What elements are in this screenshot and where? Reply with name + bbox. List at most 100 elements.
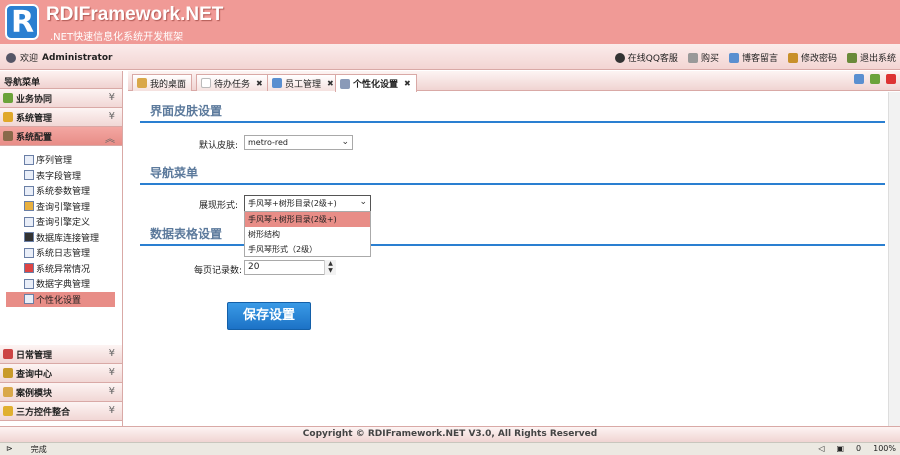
style-label: 展现形式: <box>198 201 238 211</box>
sidebar-header: 导航菜单 « <box>0 71 122 89</box>
close-all-icon[interactable] <box>886 74 896 84</box>
wrench-icon <box>3 131 13 141</box>
chevron-down-icon: ¥ <box>108 405 115 416</box>
sidebar-group-daily[interactable]: 日常管理 ¥ <box>0 345 122 364</box>
vertical-scrollbar[interactable] <box>888 92 900 426</box>
list-icon <box>24 154 34 165</box>
sidebar-group-system[interactable]: 系统管理 ¥ <box>0 108 122 127</box>
close-icon[interactable]: ✖ <box>327 79 334 88</box>
security-icon: ◁ <box>818 444 825 453</box>
plugin-icon <box>3 406 13 416</box>
zoom-level[interactable]: 100% <box>873 444 896 453</box>
logout-link[interactable]: 退出系统 <box>846 51 896 64</box>
error-icon <box>24 263 34 274</box>
chevron-down-icon: ⌄ <box>341 137 349 147</box>
tab-todo[interactable]: 待办任务 ✖ <box>196 74 269 91</box>
close-icon[interactable]: ✖ <box>256 79 263 88</box>
tab-personalize[interactable]: 个性化设置 ✖ <box>335 74 417 92</box>
tab-bar: 我的桌面 待办任务 ✖ 员工管理 ✖ 个性化设置 ✖ <box>128 71 900 92</box>
spinner-arrows-icon[interactable]: ▲ ▼ <box>324 260 336 275</box>
sidebar: 导航菜单 « 业务协同 ¥ 系统管理 ¥ 系统配置 ︽ 序列管理 表字段管理 系… <box>0 71 123 440</box>
menu-item-query-define[interactable]: 查询引擎定义 <box>6 214 122 230</box>
menu-item-exceptions[interactable]: 系统异常情况 <box>6 261 122 277</box>
desktop-icon <box>137 78 147 88</box>
network-icon: ▣ <box>836 444 845 453</box>
username: Administrator <box>42 52 113 63</box>
gear-icon <box>24 201 34 212</box>
menu-item-query-engine[interactable]: 查询引擎管理 <box>6 199 122 215</box>
menu-item-table-fields[interactable]: 表字段管理 <box>6 168 122 184</box>
divider <box>140 183 885 185</box>
book-icon <box>24 278 34 289</box>
status-right: ◁ ▣ 0 100% <box>818 444 896 453</box>
refresh-icon[interactable] <box>854 74 864 84</box>
close-icon[interactable]: ✖ <box>404 79 411 88</box>
users-icon <box>272 78 282 88</box>
qq-service-link[interactable]: 在线QQ客服 <box>614 51 678 64</box>
blog-message-link[interactable]: 博客留言 <box>728 51 778 64</box>
user-icon <box>6 52 16 63</box>
status-left: ⊳ 完成 <box>6 444 47 455</box>
skin-section-title: 界面皮肤设置 <box>150 104 223 118</box>
menu-item-system-params[interactable]: 系统参数管理 <box>6 183 122 199</box>
app-subtitle: .NET快速信息化系统开发框架 <box>50 32 184 43</box>
menu-item-system-log[interactable]: 系统日志管理 <box>6 245 122 261</box>
calendar-icon <box>3 349 13 359</box>
user-bar: 欢迎 Administrator 在线QQ客服 购买 博客留言 修改密码 退出系… <box>0 44 900 70</box>
nav-section-title: 导航菜单 <box>150 166 199 180</box>
option-item[interactable]: 手风琴+树形目录(2级+) <box>245 212 370 227</box>
sidebar-group-thirdparty[interactable]: 三方控件整合 ¥ <box>0 402 122 421</box>
table-icon <box>24 170 34 181</box>
exit-icon <box>846 52 857 63</box>
collapse-icon[interactable]: « <box>4 73 116 86</box>
chevron-up-icon: ︽ <box>105 134 115 145</box>
sidebar-group-cases[interactable]: 案例模块 ¥ <box>0 383 122 402</box>
user-links: 在线QQ客服 购买 博客留言 修改密码 退出系统 <box>614 51 896 64</box>
log-icon <box>24 247 34 258</box>
settings-icon <box>340 78 350 89</box>
status-text: 完成 <box>30 445 47 454</box>
page-icon: ⊳ <box>6 444 13 453</box>
grid-section-title: 数据表格设置 <box>150 227 223 241</box>
key-icon <box>787 52 798 63</box>
browser-status-bar: ⊳ 完成 ◁ ▣ 0 100% <box>0 442 900 455</box>
footer: Copyright © RDIFramework.NET V3.0, All R… <box>0 426 900 442</box>
task-icon <box>201 78 211 88</box>
app-title: RDIFramework.NET <box>46 4 224 25</box>
nav-style-options: 手风琴+树形目录(2级+) 树形结构 手风琴形式（2级） <box>244 211 371 257</box>
tab-employees[interactable]: 员工管理 ✖ <box>267 74 340 91</box>
cart-icon <box>687 52 698 63</box>
chevron-down-icon: ⌄ <box>359 197 367 207</box>
buy-link[interactable]: 购买 <box>687 51 719 64</box>
settings-icon <box>24 294 34 305</box>
tab-desktop[interactable]: 我的桌面 <box>132 74 193 91</box>
query-icon <box>3 368 13 378</box>
menu-item-personalize[interactable]: 个性化设置 <box>6 291 115 307</box>
nav-style-select[interactable]: 手风琴+树形目录(2级+) ⌄ <box>244 195 371 212</box>
pagesize-input[interactable]: 20 <box>244 260 336 275</box>
sidebar-group-query[interactable]: 查询中心 ¥ <box>0 364 122 383</box>
chevron-down-icon: ¥ <box>108 386 115 397</box>
skin-select[interactable]: metro-red ⌄ <box>244 135 353 150</box>
change-password-link[interactable]: 修改密码 <box>787 51 837 64</box>
logo-icon: R <box>5 4 39 40</box>
mail-icon <box>728 52 739 63</box>
menu-item-sequence[interactable]: 序列管理 <box>6 152 122 168</box>
save-settings-button[interactable]: 保存设置 <box>227 302 311 330</box>
menu-item-db-connection[interactable]: 数据库连接管理 <box>6 230 122 246</box>
pagesize-label: 每页记录数: <box>193 266 242 276</box>
sidebar-bottom-groups: 日常管理 ¥ 查询中心 ¥ 案例模块 ¥ 三方控件整合 ¥ <box>0 345 122 421</box>
tab-tools <box>854 74 896 84</box>
home-icon[interactable] <box>870 74 880 84</box>
folder-icon <box>3 387 13 397</box>
chevron-down-icon: ¥ <box>108 92 115 103</box>
option-item[interactable]: 树形结构 <box>245 227 370 242</box>
sidebar-group-business[interactable]: 业务协同 ¥ <box>0 89 122 108</box>
option-item[interactable]: 手风琴形式（2级） <box>245 242 370 257</box>
chevron-down-icon: ¥ <box>108 348 115 359</box>
divider <box>140 121 885 123</box>
user-info: 欢迎 Administrator <box>6 51 112 64</box>
chevron-down-icon: ¥ <box>108 367 115 378</box>
sidebar-group-config[interactable]: 系统配置 ︽ <box>0 127 122 146</box>
menu-item-dictionary[interactable]: 数据字典管理 <box>6 276 122 292</box>
